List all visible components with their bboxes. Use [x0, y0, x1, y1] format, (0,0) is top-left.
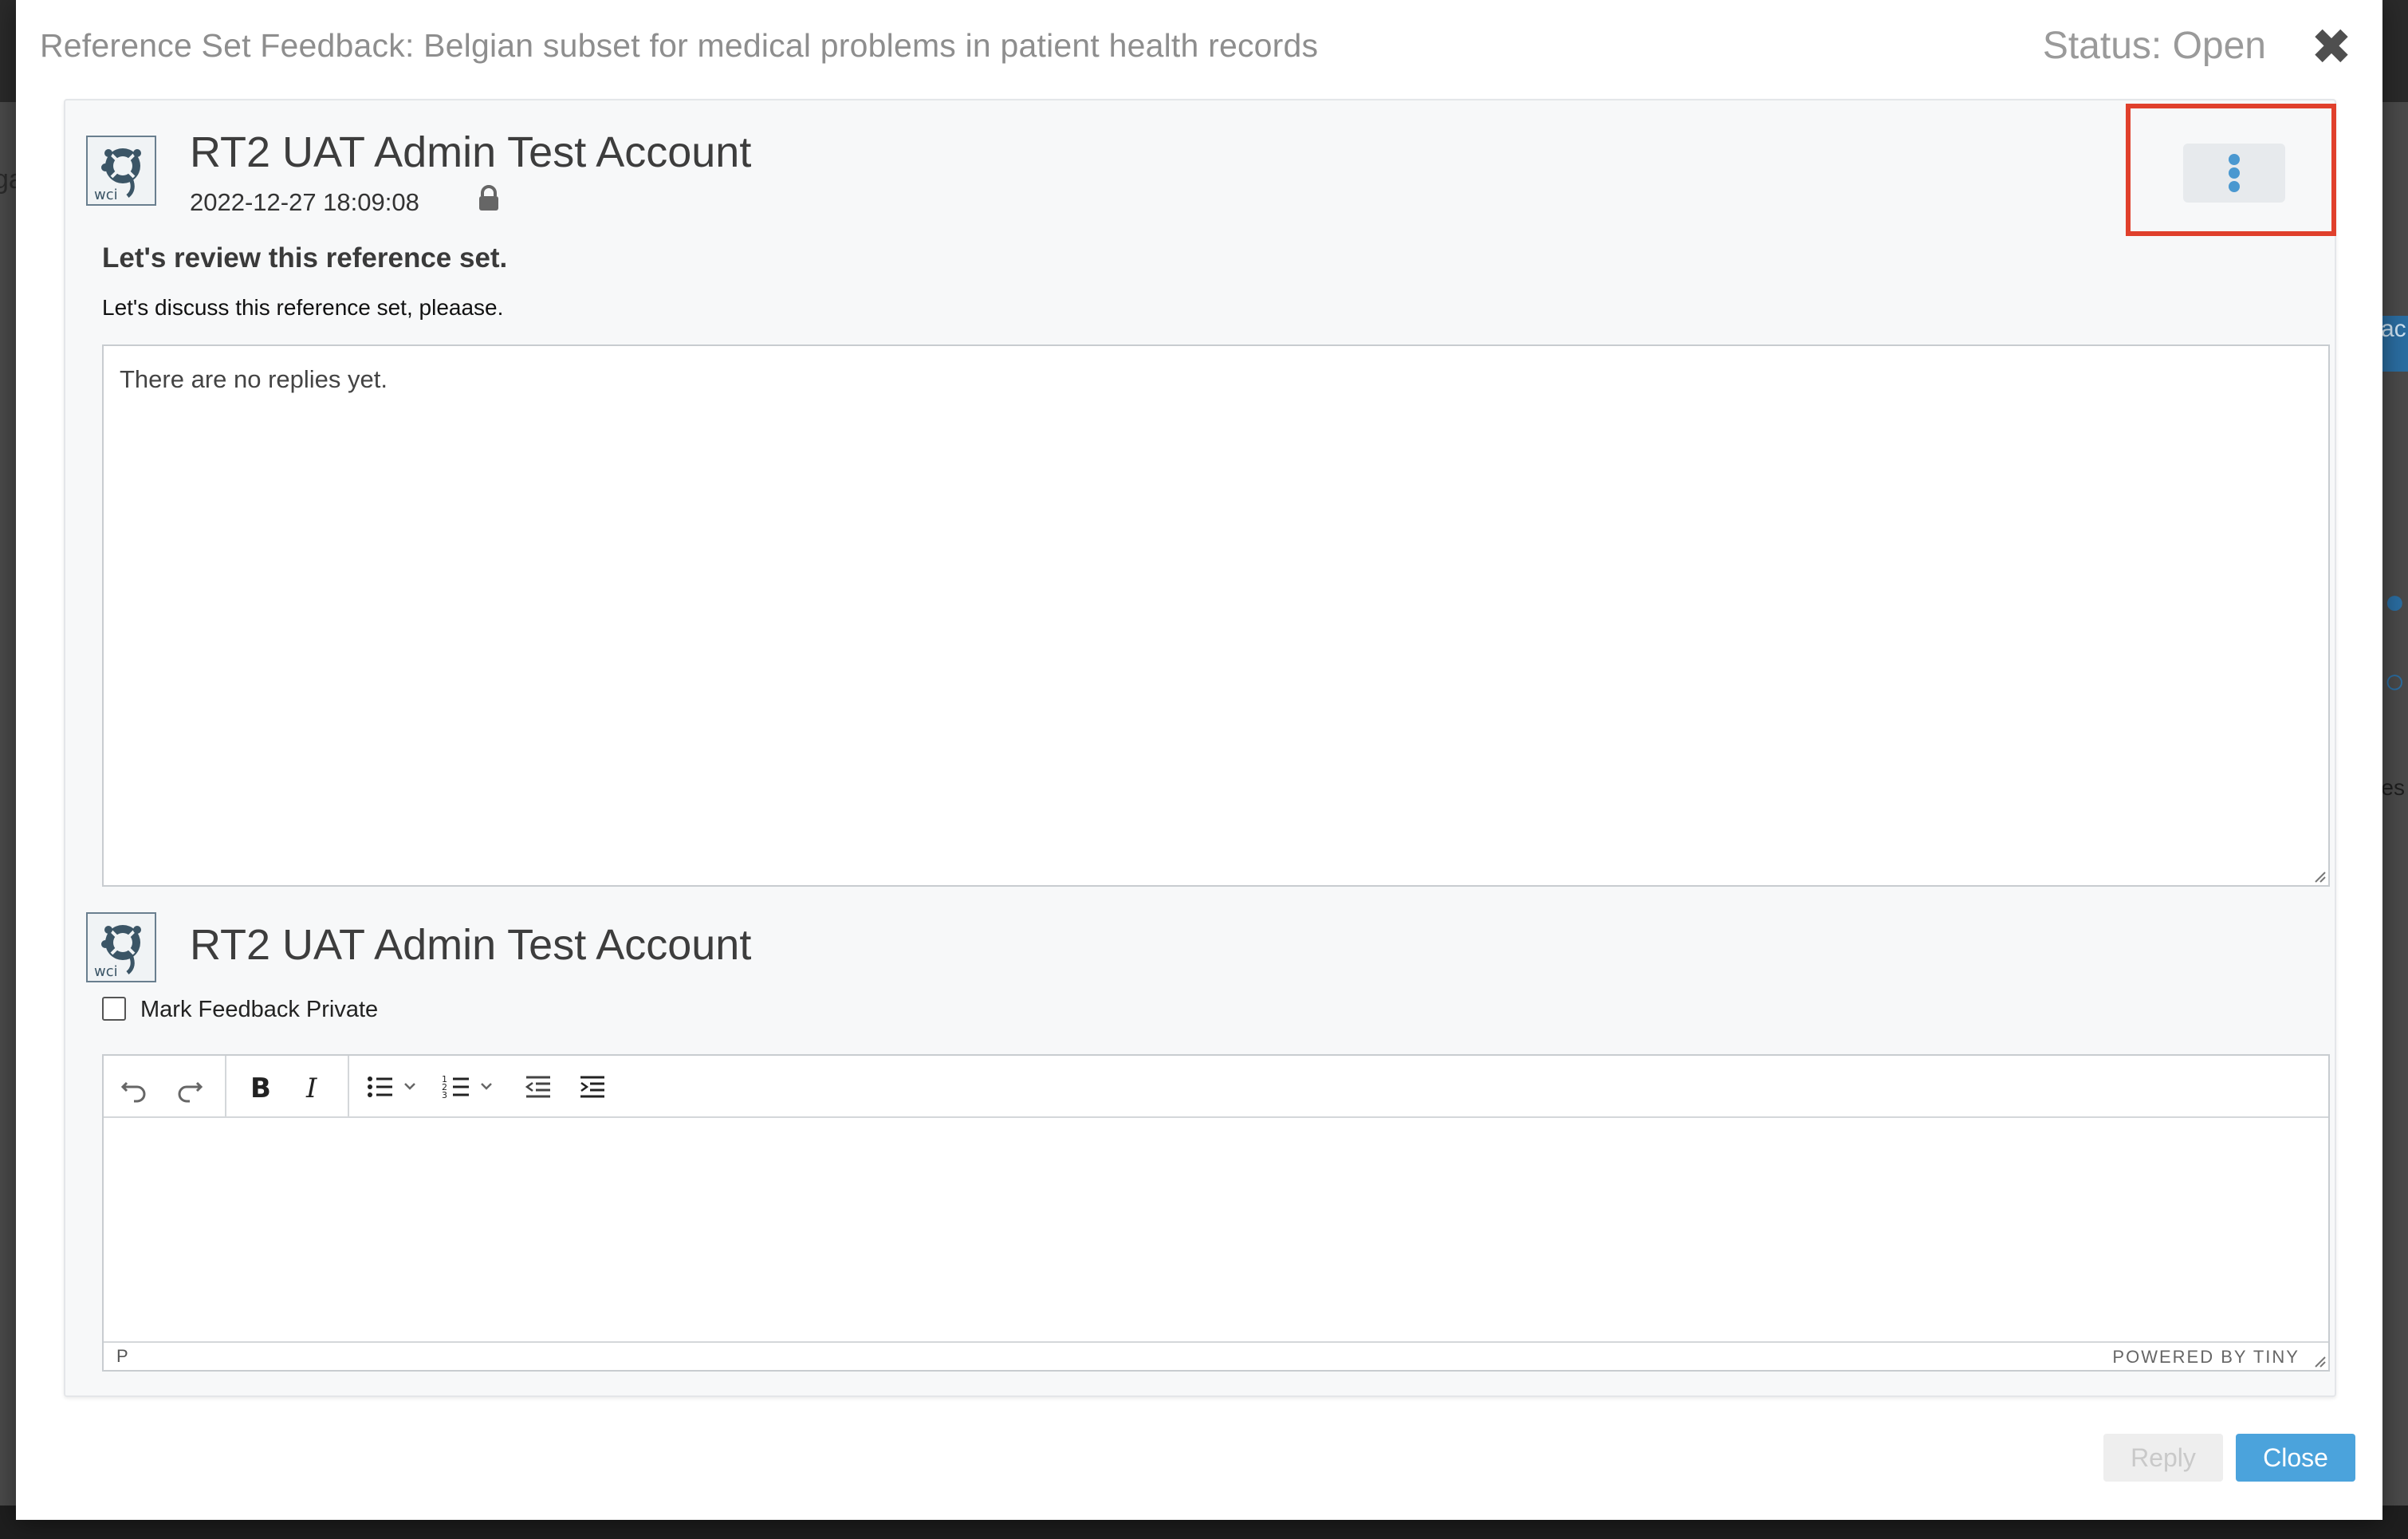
- background-comment-icon: ○: [2384, 662, 2406, 701]
- avatar: wci: [86, 912, 156, 982]
- tiny-brand-link[interactable]: POWERED BY TINY: [2112, 1347, 2300, 1368]
- reply-author: RT2 UAT Admin Test Account: [190, 921, 752, 969]
- background-comment-icon: ●: [2384, 582, 2406, 621]
- undo-icon[interactable]: [115, 1067, 155, 1107]
- svg-text:wci: wci: [94, 963, 118, 980]
- feedback-panel: wci RT2 UAT Admin Test Account 2022-12-2…: [64, 99, 2336, 1397]
- post-author: RT2 UAT Admin Test Account: [190, 128, 752, 176]
- toolbar-divider: [348, 1056, 349, 1116]
- modal-title: Reference Set Feedback: Belgian subset f…: [40, 27, 1319, 64]
- avatar: wci: [86, 136, 156, 206]
- svg-text:B: B: [250, 1073, 271, 1104]
- editor-statusbar: P POWERED BY TINY: [104, 1341, 2328, 1370]
- reply-text-area[interactable]: [104, 1116, 2328, 1340]
- element-path[interactable]: P: [116, 1346, 128, 1367]
- resize-handle-icon[interactable]: [2312, 869, 2327, 884]
- editor-toolbar: B I 123: [104, 1056, 2328, 1118]
- lock-icon: [477, 185, 501, 212]
- indent-icon[interactable]: [572, 1067, 612, 1107]
- post-date: 2022-12-27 18:09:08: [190, 188, 419, 216]
- modal-header: Reference Set Feedback: Belgian subset f…: [16, 0, 2382, 97]
- numbered-list-icon[interactable]: 123: [437, 1067, 509, 1107]
- feedback-body: Let's discuss this reference set, pleaas…: [102, 295, 504, 320]
- reply-editor: B I 123 P POWERED BY TINY: [102, 1054, 2330, 1372]
- post-menu-button[interactable]: [2183, 144, 2285, 203]
- svg-text:3: 3: [442, 1090, 447, 1100]
- outdent-icon[interactable]: [518, 1067, 558, 1107]
- close-button[interactable]: Close: [2236, 1434, 2355, 1482]
- redo-icon[interactable]: [169, 1067, 209, 1107]
- feedback-modal: Reference Set Feedback: Belgian subset f…: [16, 0, 2382, 1520]
- svg-text:I: I: [305, 1073, 317, 1104]
- svg-text:wci: wci: [94, 187, 118, 203]
- no-replies-text: There are no replies yet.: [120, 365, 388, 393]
- background-button-fragment: ac: [2381, 316, 2408, 372]
- status-label: Status: Open: [2042, 25, 2266, 67]
- feedback-subject: Let's review this reference set.: [102, 242, 508, 274]
- toolbar-divider: [225, 1056, 226, 1116]
- resize-handle-icon[interactable]: [2312, 1354, 2327, 1368]
- bold-icon[interactable]: B: [239, 1067, 279, 1107]
- private-checkbox[interactable]: [102, 997, 126, 1021]
- close-icon[interactable]: ✖: [2309, 23, 2354, 73]
- wci-logo-icon: wci: [94, 148, 141, 203]
- background-text-fragment: es: [2381, 775, 2405, 800]
- vertical-ellipsis-icon: [2229, 154, 2240, 192]
- reply-button[interactable]: Reply: [2103, 1434, 2223, 1482]
- bullet-list-icon[interactable]: [360, 1067, 432, 1107]
- replies-box[interactable]: There are no replies yet.: [102, 344, 2330, 887]
- italic-icon[interactable]: I: [293, 1067, 333, 1107]
- private-checkbox-label[interactable]: Mark Feedback Private: [140, 997, 378, 1023]
- wci-logo-icon: wci: [94, 925, 141, 980]
